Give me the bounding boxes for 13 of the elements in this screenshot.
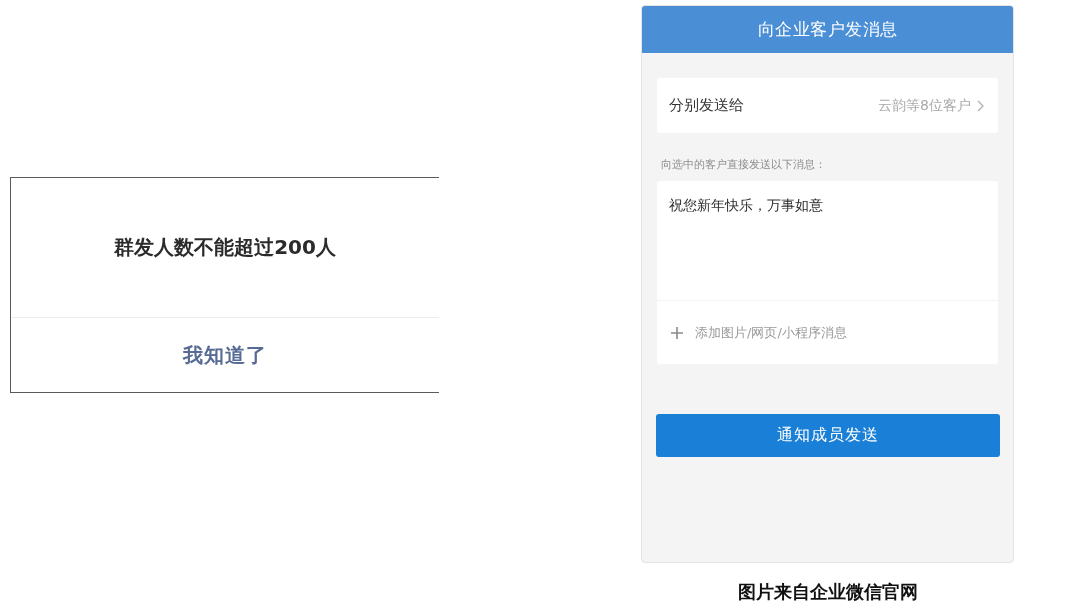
add-attachment-row[interactable]: 添加图片/网页/小程序消息 [657, 300, 998, 364]
dialog-message: 群发人数不能超过200人 [114, 234, 336, 261]
recipients-value: 云韵等8位客户 [878, 96, 971, 115]
recipients-row[interactable]: 分别发送给 云韵等8位客户 [657, 78, 998, 133]
recipients-label: 分别发送给 [669, 96, 745, 115]
message-hint: 向选中的客户直接发送以下消息： [661, 158, 827, 172]
send-button[interactable]: 通知成员发送 [656, 414, 1000, 457]
message-field[interactable]: 祝您新年快乐，万事如意 [657, 181, 998, 300]
chevron-right-icon [977, 99, 984, 112]
plus-icon [671, 326, 683, 339]
add-attachment-label: 添加图片/网页/小程序消息 [695, 323, 847, 342]
image-caption: 图片来自企业微信官网 [737, 581, 918, 603]
screen-title: 向企业客户发消息 [757, 18, 898, 41]
